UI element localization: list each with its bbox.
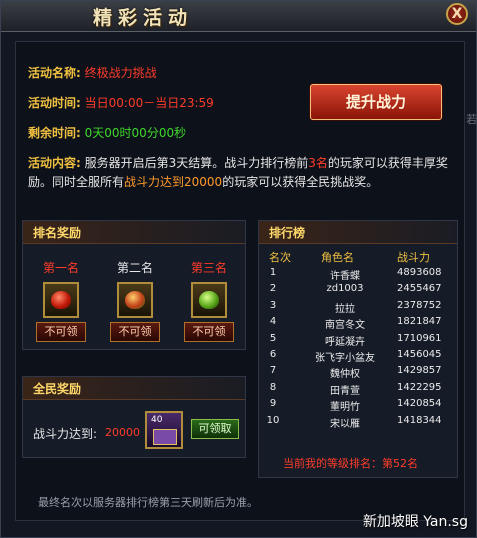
rank-reward-panel: 排名奖励 第一名 不可领 第二名 不可领 第三名 不可领: [22, 220, 246, 350]
table-row: 5 呼延凝卉 1710961: [259, 333, 459, 349]
col-header-rank: 名次: [269, 251, 291, 264]
table-row: 8 田青萱 1422295: [259, 382, 459, 398]
rank-cell: 2: [269, 283, 277, 295]
power-cell: 1422295: [397, 381, 442, 393]
content-part-1: 服务器开启后第3天结算。战斗力排行榜前: [84, 156, 309, 170]
rank-cell: 4: [269, 316, 277, 328]
activity-time-label: 活动时间:: [28, 96, 81, 110]
remaining-time-value: 0天00时00分00秒: [84, 126, 187, 140]
remaining-time-row: 剩余时间: 0天00时00分00秒: [28, 124, 186, 141]
power-cell: 1456045: [397, 349, 442, 360]
footer-note: 最终名次以服务器排行榜第三天刷新后为准。: [38, 496, 258, 509]
all-reward-header: 全民奖励: [23, 377, 245, 400]
activity-name-label: 活动名称:: [28, 66, 81, 80]
table-row: 2 zd1003 2455467: [259, 283, 459, 299]
name-cell: 呼延凝卉: [325, 336, 365, 348]
name-cell: 董明竹: [330, 402, 360, 414]
name-cell: 魏仲权: [330, 369, 360, 381]
power-cell: 2378752: [397, 299, 442, 311]
all-reward-label: 战斗力达到:: [33, 427, 98, 441]
rank-third-label: 第三名: [190, 261, 227, 275]
rank-cell: 6: [269, 349, 277, 360]
rank-cell: 9: [269, 398, 277, 410]
boost-power-button[interactable]: 提升战力: [310, 84, 442, 120]
rank-reward-third: 第三名 不可领: [181, 259, 237, 342]
content-top-count: 3名: [308, 156, 328, 170]
col-header-power: 战斗力: [397, 251, 430, 264]
table-row: 1 许香蝶 4893608: [259, 267, 459, 283]
leaderboard-title: 排行榜: [269, 226, 306, 240]
rank-cell: 5: [269, 332, 277, 344]
col-header-name: 角色名: [321, 251, 354, 264]
content-condition: 战斗力达到20000: [124, 175, 223, 189]
content-area: 活动名称: 终极战力挑战 活动时间: 当日00:00－当日23:59 剩余时间:…: [15, 41, 465, 521]
chest-badge: 40: [151, 415, 163, 425]
activity-time-row: 活动时间: 当日00:00－当日23:59: [28, 94, 214, 111]
activity-name-value: 终极战力挑战: [84, 66, 157, 80]
name-cell: 南宫冬文: [325, 320, 365, 332]
reward-slot-first[interactable]: [43, 282, 79, 318]
power-cell: 1710961: [397, 332, 442, 344]
my-rank-text: 当前我的等级排名：第52名: [283, 457, 418, 470]
name-cell: 张飞字小盆友: [315, 353, 375, 364]
window-title: 精彩活动: [93, 7, 194, 29]
table-row: 4 南宫冬文 1821847: [259, 316, 459, 332]
claim-first-button[interactable]: 不可领: [36, 322, 86, 342]
orange-gem-icon: [125, 291, 145, 309]
watermark: 新加坡眼 Yan.sg: [362, 514, 468, 530]
table-row: 10 宋以雁 1418344: [259, 415, 459, 431]
name-cell: 许香蝶: [330, 271, 360, 282]
rank-first-label: 第一名: [42, 261, 79, 275]
green-gem-icon: [199, 291, 219, 309]
power-cell: 1821847: [397, 316, 442, 328]
activity-window: 精彩活动 X 活动名称: 终极战力挑战 活动时间: 当日00:00－当日23:5…: [0, 0, 477, 538]
table-row: 7 魏仲权 1429857: [259, 365, 459, 381]
rank-cell: 10: [266, 414, 280, 426]
all-reward-title: 全民奖励: [33, 382, 82, 396]
chest-icon[interactable]: 40: [145, 411, 183, 449]
activity-name-row: 活动名称: 终极战力挑战: [28, 64, 157, 81]
all-reward-panel: 全民奖励 战斗力达到: 20000 40 可领取: [22, 376, 246, 458]
rank-cell: 8: [269, 381, 277, 393]
rank-reward-first: 第一名 不可领: [33, 259, 89, 342]
power-cell: 1429857: [397, 365, 442, 377]
reward-slot-second[interactable]: [117, 282, 153, 318]
activity-time-value: 当日00:00－当日23:59: [84, 96, 214, 110]
content-label: 活动内容:: [28, 156, 81, 170]
rank-cell: 7: [269, 365, 277, 377]
rank-reward-header: 排名奖励: [23, 221, 245, 244]
power-cell: 2455467: [397, 283, 442, 295]
activity-description: 活动内容: 服务器开启后第3天结算。战斗力排行榜前3名的玩家可以获得丰厚奖励。同…: [28, 154, 454, 192]
title-bar: 精彩活动 X: [1, 1, 476, 32]
close-button[interactable]: X: [446, 3, 468, 25]
name-cell: 拉拉: [335, 303, 355, 315]
side-text: 若: [466, 113, 477, 126]
reward-slot-third[interactable]: [191, 282, 227, 318]
content-part-3: 的玩家可以获得全民挑战奖。: [222, 175, 379, 189]
rank-cell: 3: [269, 299, 277, 311]
claim-third-button[interactable]: 不可领: [184, 322, 234, 342]
rank-reward-title: 排名奖励: [33, 226, 82, 240]
name-cell: 宋以雁: [330, 418, 360, 430]
power-cell: 4893608: [397, 267, 442, 278]
rank-reward-second: 第二名 不可领: [107, 259, 163, 342]
rank-second-label: 第二名: [116, 261, 153, 275]
remaining-time-label: 剩余时间:: [28, 126, 81, 140]
all-reward-value: 20000: [105, 426, 140, 439]
table-row: 9 董明竹 1420854: [259, 398, 459, 414]
power-cell: 1420854: [397, 398, 442, 410]
name-cell: 田青萱: [330, 385, 360, 397]
claim-second-button[interactable]: 不可领: [110, 322, 160, 342]
rank-cell: 1: [269, 267, 277, 278]
leaderboard-header: 排行榜: [259, 221, 457, 244]
leaderboard-panel: 排行榜 名次 角色名 战斗力 1 许香蝶 4893608 2 zd1003 2455467…: [258, 220, 458, 478]
table-row: 3 拉拉 2378752: [259, 300, 459, 316]
claim-all-reward-button[interactable]: 可领取: [191, 419, 239, 439]
power-cell: 1418344: [397, 414, 442, 426]
treasure-chest-icon: [153, 429, 177, 445]
table-row: 6 张飞字小盆友 1456045: [259, 349, 459, 365]
name-cell: zd1003: [326, 283, 364, 295]
red-gem-icon: [51, 291, 71, 309]
